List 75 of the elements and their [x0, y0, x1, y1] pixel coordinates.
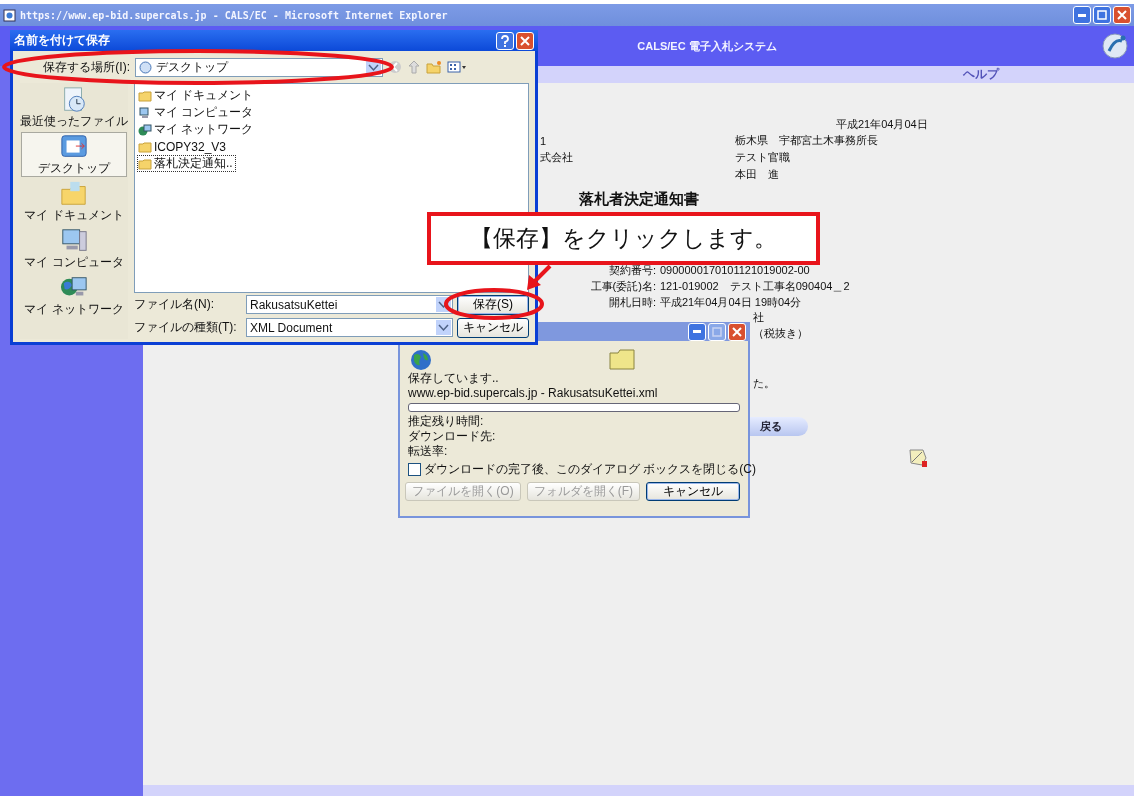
- page-icon: [3, 8, 16, 22]
- callout-text: 【保存】をクリックします。: [470, 225, 777, 253]
- file-item-icon: [138, 89, 152, 102]
- document-text: （税抜き）: [753, 327, 808, 339]
- field-value: 平成21年04月04日 19時04分: [660, 295, 803, 309]
- help-icon: [500, 34, 510, 47]
- close-button[interactable]: [516, 31, 534, 50]
- maximize-button[interactable]: [1093, 6, 1111, 24]
- site-title: CALS/EC 電子入札システム: [637, 38, 777, 54]
- field-label: 契約番号:: [607, 263, 656, 277]
- file-item[interactable]: 落札決定通知..: [137, 155, 236, 172]
- minimize-icon: [1078, 13, 1086, 17]
- maximize-button[interactable]: [708, 322, 726, 341]
- filename-label: ファイル名(N):: [134, 297, 214, 311]
- address-text: テスト官職: [735, 150, 790, 165]
- help-button[interactable]: [496, 31, 514, 50]
- close-icon: [520, 35, 530, 46]
- file-item[interactable]: マイ ネットワーク: [137, 121, 257, 138]
- field-label: 開札日時:: [607, 295, 656, 309]
- folder-icon: [608, 347, 636, 371]
- places-item[interactable]: 最近使ったファイル: [21, 85, 127, 130]
- status-text: 保存しています..: [408, 371, 500, 386]
- address-text: 栃木県 宇都宮土木事務所長: [735, 133, 878, 148]
- dialog-button[interactable]: キャンセル: [646, 482, 740, 501]
- scroll-document-icon: [908, 448, 928, 468]
- dialog-title: 名前を付けて保存: [14, 32, 110, 49]
- places-item[interactable]: デスクトップ: [21, 132, 127, 177]
- info-label: ダウンロード先:: [408, 429, 497, 444]
- address-text: 本田 進: [735, 167, 779, 182]
- address-text: 1: [540, 134, 547, 147]
- document-date: 平成21年04月04日: [836, 117, 928, 132]
- file-item-icon: [138, 123, 152, 136]
- location-dropdown[interactable]: デスクトップ: [135, 57, 383, 77]
- filename-field[interactable]: RakusatsuKettei: [246, 295, 453, 314]
- maximize-icon: [1097, 10, 1107, 20]
- places-item[interactable]: マイ ドキュメント: [21, 179, 127, 224]
- back-icon[interactable]: [388, 60, 402, 74]
- view-menu-icon[interactable]: [447, 61, 467, 73]
- places-item[interactable]: マイ ネットワーク: [21, 273, 127, 318]
- info-label: 推定残り時間:: [408, 414, 485, 429]
- close-button[interactable]: [1113, 6, 1131, 24]
- document-title: 落札者決定通知書: [578, 190, 699, 207]
- close-icon: [732, 326, 742, 337]
- maximize-icon: [712, 326, 722, 337]
- minimize-button[interactable]: [1073, 6, 1091, 24]
- address-text: 式会社: [540, 151, 573, 163]
- info-label: 転送率:: [408, 444, 449, 459]
- field-label: 工事(委託)名:: [589, 279, 656, 293]
- close-icon: [1117, 10, 1127, 20]
- document-text: 社: [753, 311, 764, 323]
- file-item[interactable]: マイ ドキュメント: [137, 87, 257, 104]
- field-value: 121-019002 テスト工事名090404＿2: [660, 279, 850, 293]
- filetype-label: ファイルの種類(T):: [134, 320, 237, 334]
- file-item-icon: [138, 106, 152, 119]
- document-text: た。: [753, 377, 775, 389]
- help-link[interactable]: ヘルプ: [963, 67, 999, 82]
- checkbox-label: ダウンロードの完了後、このダイアログ ボックスを閉じる(C): [424, 461, 756, 478]
- minimize-button[interactable]: [688, 322, 706, 341]
- file-item-icon: [138, 140, 152, 153]
- source-text: www.ep-bid.supercals.jp - RakusatsuKettei.xml: [408, 386, 659, 401]
- save-button[interactable]: 保存(S): [457, 294, 529, 315]
- globe-logo-icon: [1102, 33, 1128, 59]
- field-value: 0900000170101121019002-00: [660, 263, 811, 277]
- filetype-dropdown[interactable]: XML Document: [246, 318, 453, 337]
- desktop-icon: [139, 60, 152, 74]
- places-item[interactable]: マイ コンピュータ: [21, 226, 127, 271]
- globe-icon: [410, 349, 432, 371]
- close-button[interactable]: [728, 322, 746, 341]
- file-item-icon: [138, 157, 152, 170]
- checkbox[interactable]: [408, 463, 421, 476]
- window-title: https://www.ep-bid.supercals.jp - CALS/EC - Microsoft Internet Explorer: [20, 9, 448, 21]
- minimize-icon: [693, 330, 701, 333]
- file-item[interactable]: マイ コンピュータ: [137, 104, 257, 121]
- location-label: 保存する場所(I):: [43, 59, 130, 74]
- file-item[interactable]: ICOPY32_V3: [137, 138, 230, 155]
